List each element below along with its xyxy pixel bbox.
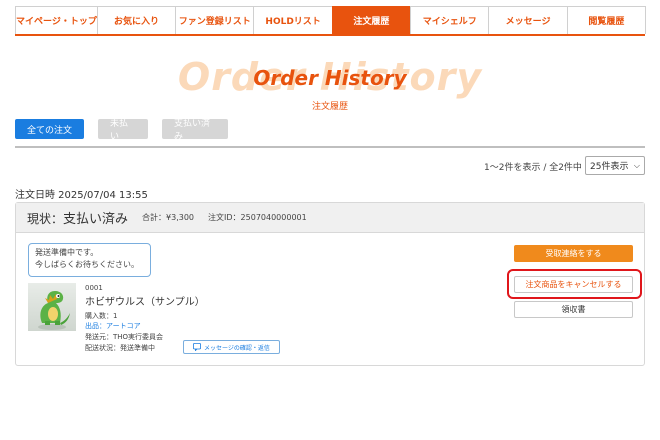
order-date: 注文日時 2025/07/04 13:55: [15, 190, 148, 201]
order-status: 現状：支払い済み: [27, 208, 128, 227]
order-card-header: 現状：支払い済み 合計：¥3,300 注文ID：2507040000001: [16, 203, 644, 233]
order-card: 現状：支払い済み 合計：¥3,300 注文ID：2507040000001 発送…: [15, 202, 645, 366]
filter-paid-button[interactable]: 支払い済み: [162, 119, 229, 142]
item-name[interactable]: ホビザウルス（サンプル）: [85, 293, 205, 308]
tab-hold-list[interactable]: HOLDリスト: [253, 6, 333, 34]
filter-all-button[interactable]: 全ての注文: [15, 119, 85, 139]
receipt-button[interactable]: 領収書: [514, 301, 633, 318]
per-page-value: 25件表示: [590, 162, 629, 172]
message-button[interactable]: メッセージの確認・返信: [183, 340, 280, 354]
top-nav: マイページ・トップ お気に入り ファン登録リスト HOLDリスト 注文履歴 マイ…: [15, 6, 647, 36]
dinosaur-figure-icon: [38, 291, 70, 330]
page-subtitle: 注文履歴: [311, 102, 348, 112]
item-delivery-status: 配送状況：発送準備中: [85, 344, 155, 352]
result-count: 1～2件を表示 / 全2件中: [484, 163, 582, 173]
notice-line-1: 発送準備中です。: [35, 248, 99, 257]
order-status-prefix: 現状：: [27, 212, 64, 226]
tab-mypage-top[interactable]: マイページ・トップ: [15, 6, 98, 34]
tab-order-history[interactable]: 注文履歴: [331, 6, 412, 34]
tab-favorites[interactable]: お気に入り: [96, 6, 177, 34]
chevron-down-icon: ⌵: [633, 160, 640, 170]
shipping-notice: 発送準備中です。 今しばらくお待ちください。: [28, 243, 151, 277]
tab-messages[interactable]: メッセージ: [488, 6, 568, 34]
item-code: 0001: [85, 284, 103, 292]
page-title: Order History: [253, 66, 407, 90]
divider: [15, 146, 645, 148]
tab-fan-list[interactable]: ファン登録リスト: [175, 6, 255, 34]
item-seller-link[interactable]: 出品：アートコア: [85, 321, 141, 331]
item-quantity: 購入数：1: [85, 312, 118, 320]
tab-my-shelf[interactable]: マイシェルフ: [410, 6, 490, 34]
tab-browsing-history[interactable]: 閲覧履歴: [566, 6, 647, 34]
order-status-value: 支払い済み: [63, 212, 129, 227]
per-page-select[interactable]: 25件表示 ⌵: [585, 156, 645, 175]
cancel-order-button[interactable]: 注文商品をキャンセルする: [514, 276, 633, 293]
contact-receipt-button[interactable]: 受取連絡をする: [514, 245, 633, 262]
message-button-label: メッセージの確認・返信: [204, 344, 270, 352]
notice-line-2: 今しばらくお待ちください。: [35, 260, 139, 269]
filter-unpaid-button[interactable]: 未払い: [98, 119, 149, 142]
order-filters: 全ての注文 未払い 支払い済み: [15, 119, 229, 142]
chat-icon: [193, 343, 202, 351]
item-shipper: 発送元：THO実行委員会: [85, 333, 164, 341]
order-total: 合計：¥3,300: [142, 213, 195, 222]
order-id: 注文ID：2507040000001: [208, 213, 307, 222]
product-thumbnail[interactable]: [28, 283, 76, 331]
